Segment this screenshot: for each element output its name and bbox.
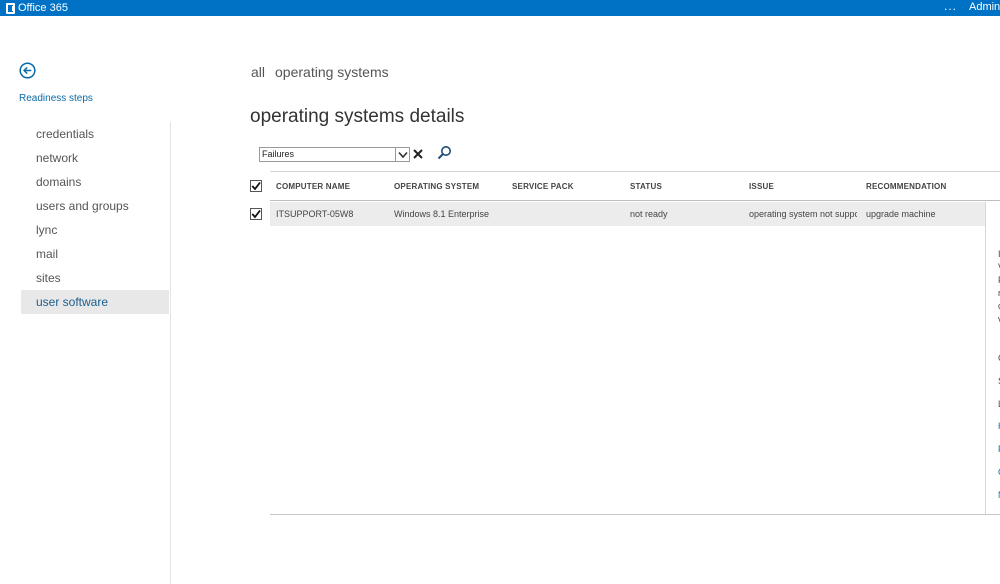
nav-item-users-and-groups[interactable]: users and groups [21,194,169,218]
table-top-border [270,171,1000,172]
search-icon[interactable] [437,145,452,160]
brand-text: Office 365 [18,2,68,14]
user-menu[interactable]: Admin [969,1,1000,14]
table-bottom-border [270,514,1000,515]
filter-value: Failures [262,149,295,159]
cell-recommendation: upgrade machine [866,209,936,219]
nav-item-credentials[interactable]: credentials [21,122,169,146]
breadcrumb: all operating systems [251,64,389,80]
column-header-issue[interactable]: ISSUE [749,182,774,191]
nav-divider [170,122,171,584]
nav-item-domains[interactable]: domains [21,170,169,194]
details-pane: I V F r c v C S L H F C N [985,202,1000,514]
cell-operating-system: Windows 8.1 Enterprise [394,209,490,219]
column-header-operating-system[interactable]: OPERATING SYSTEM [394,182,479,191]
readiness-steps-link[interactable]: Readiness steps [19,93,93,104]
top-bar: Office 365 ... Admin [0,0,1000,16]
cell-computer-name: ITSUPPORT-05W8 [276,209,354,219]
page-title: operating systems details [250,106,465,127]
clear-filter-icon[interactable] [411,147,425,161]
header-divider [270,200,1000,201]
breadcrumb-all[interactable]: all [251,64,265,80]
office-logo-icon [6,2,15,14]
cell-issue: operating system not supported [749,209,857,219]
cell-status: not ready [630,209,668,219]
breadcrumb-operating-systems[interactable]: operating systems [275,64,389,80]
more-options-button[interactable]: ... [944,0,957,12]
back-arrow-icon[interactable] [19,62,36,79]
nav-item-mail[interactable]: mail [21,242,169,266]
column-header-service-pack[interactable]: SERVICE PACK [512,182,574,191]
column-header-recommendation[interactable]: RECOMMENDATION [866,182,946,191]
nav-item-sites[interactable]: sites [21,266,169,290]
chevron-down-icon[interactable] [395,148,409,161]
office365-logo[interactable]: Office 365 [6,1,68,15]
nav-item-user-software[interactable]: user software [21,290,169,314]
readiness-steps-nav: credentials network domains users and gr… [21,122,169,314]
column-header-status[interactable]: STATUS [630,182,662,191]
nav-item-lync[interactable]: lync [21,218,169,242]
column-header-computer-name[interactable]: COMPUTER NAME [276,182,350,191]
table-row[interactable]: ITSUPPORT-05W8 Windows 8.1 Enterprise no… [270,202,985,226]
filter-dropdown[interactable]: Failures [259,147,410,162]
row-checkbox[interactable] [250,208,262,220]
select-all-checkbox[interactable] [250,180,262,192]
nav-item-network[interactable]: network [21,146,169,170]
